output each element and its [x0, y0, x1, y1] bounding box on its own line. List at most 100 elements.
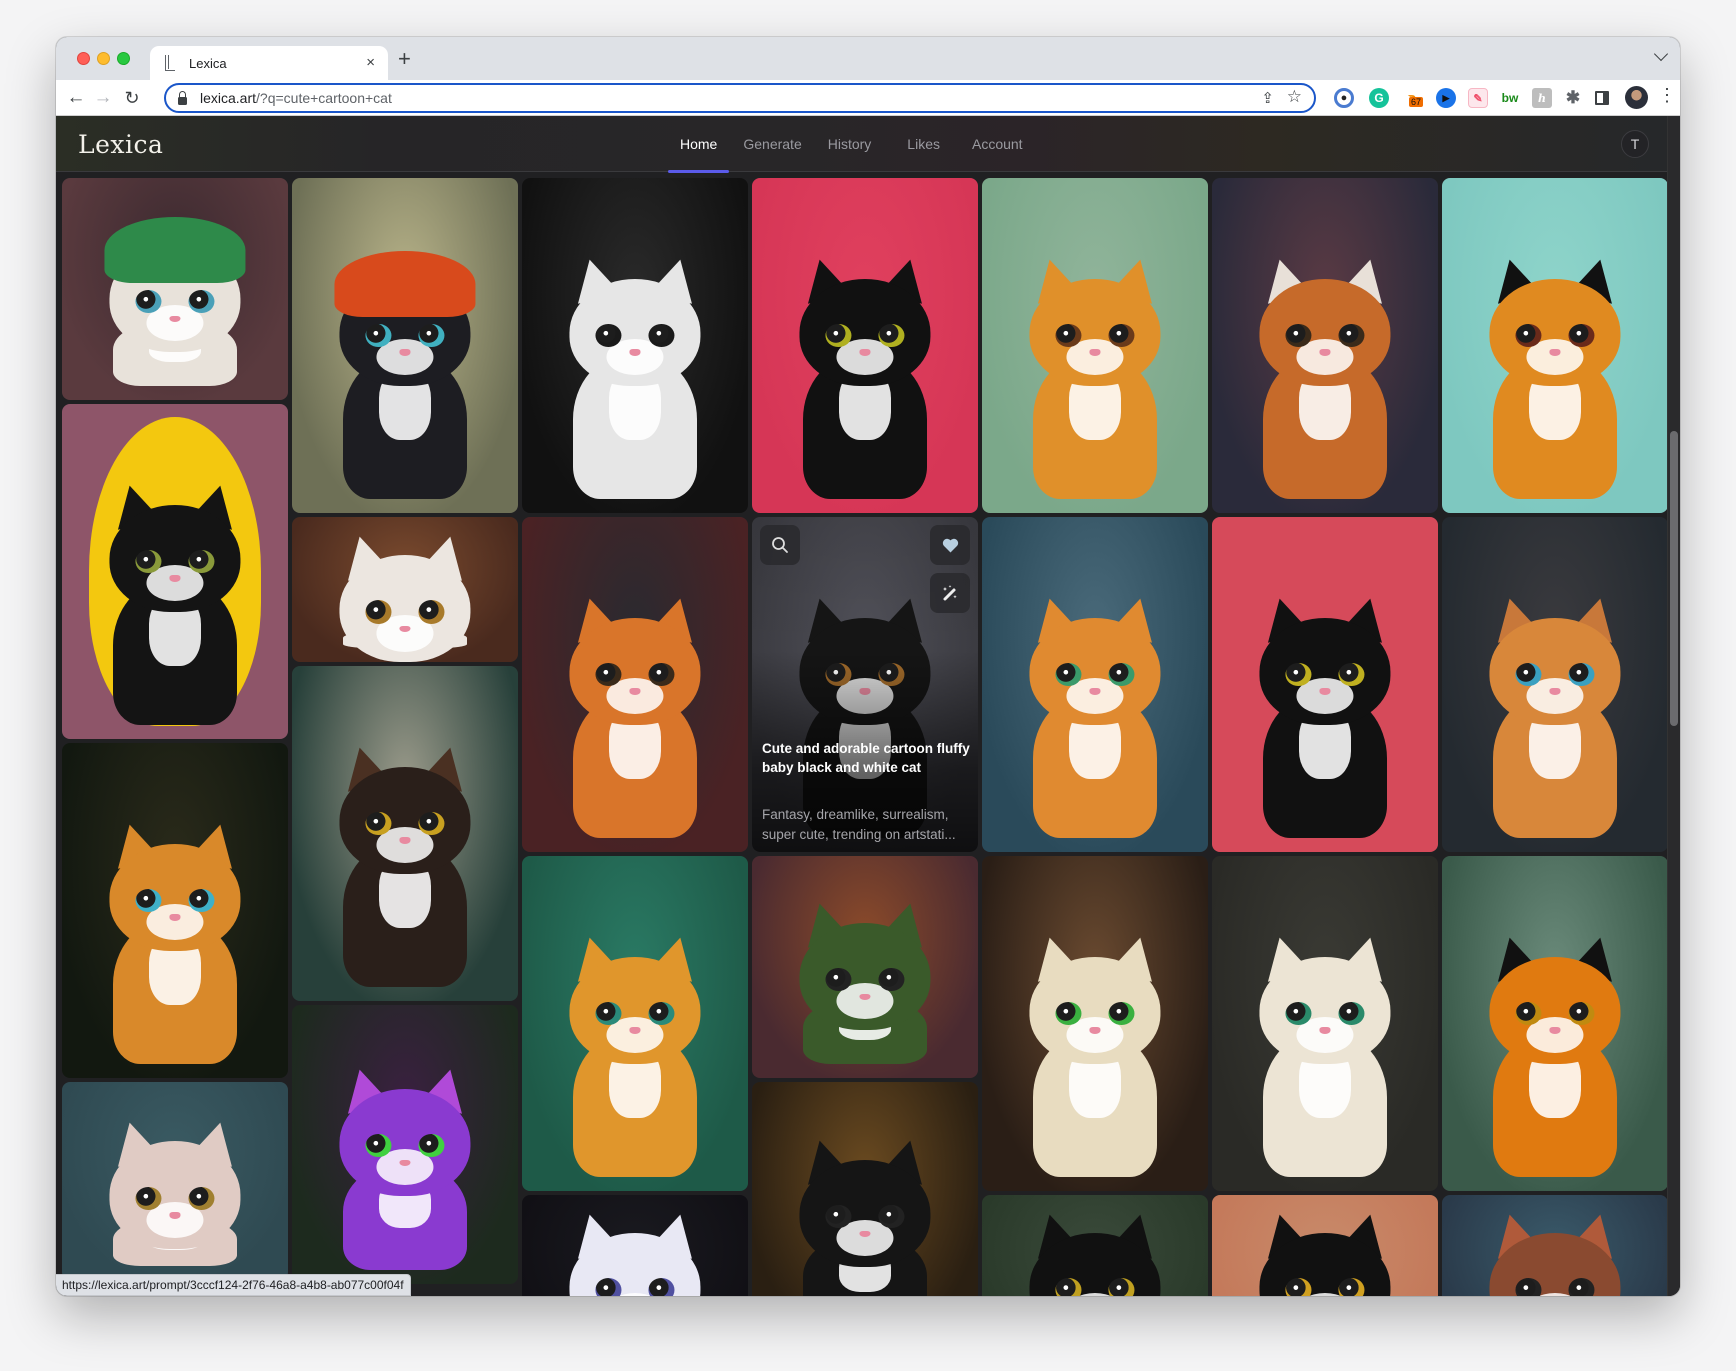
cat-face [1027, 593, 1163, 725]
cat-face [1487, 932, 1623, 1064]
reload-button[interactable]: ↻ [119, 85, 145, 111]
cat-eye [1285, 323, 1312, 348]
image-card[interactable] [1442, 517, 1668, 852]
password-lock-extension-icon[interactable]: ● [1334, 88, 1354, 108]
like-button[interactable] [930, 525, 970, 565]
browser-menu-icon[interactable]: ⋮ [1658, 86, 1676, 104]
cat-face [107, 480, 243, 612]
cat-face [797, 1135, 933, 1268]
image-card[interactable] [752, 856, 978, 1078]
image-card[interactable] [1212, 856, 1438, 1191]
browser-tab[interactable]: Lexica × [150, 46, 388, 80]
image-card[interactable] [522, 517, 748, 852]
image-card[interactable] [752, 1082, 978, 1296]
lock-icon[interactable] [178, 90, 187, 105]
cat-image [292, 666, 518, 1001]
image-card[interactable] [292, 666, 518, 1001]
nav-history[interactable]: History [816, 116, 884, 172]
forward-button[interactable]: → [90, 85, 116, 111]
cat-eye [418, 323, 445, 348]
cat-face [1027, 1208, 1163, 1296]
cat-eye [188, 289, 215, 314]
cat-eye [1055, 323, 1082, 348]
image-card[interactable] [982, 1195, 1208, 1296]
search-icon [772, 537, 788, 553]
image-card[interactable] [1212, 1195, 1438, 1296]
cat-eye [1515, 662, 1542, 687]
grammarly-extension-icon[interactable]: G [1369, 88, 1389, 108]
image-card[interactable] [522, 856, 748, 1191]
image-card[interactable]: Cute and adorable cartoon fluffy baby bl… [752, 517, 978, 852]
browser-window: Lexica × + ← → ↻ lexica.art/?q=cute+cart… [56, 37, 1680, 1296]
image-card[interactable] [1212, 517, 1438, 852]
image-card[interactable] [1442, 1195, 1668, 1296]
new-tab-button[interactable]: + [398, 46, 411, 72]
cat-image [982, 1195, 1208, 1296]
user-avatar[interactable]: T [1621, 130, 1649, 158]
nav-account[interactable]: Account [960, 116, 1035, 172]
lexica-logo[interactable]: Lexica [78, 130, 163, 159]
image-card[interactable] [522, 1195, 748, 1296]
profile-avatar[interactable] [1625, 86, 1648, 109]
cat-eye [1108, 1001, 1135, 1026]
cat-eye [418, 1133, 445, 1158]
card-prompt-title: Cute and adorable cartoon fluffy baby bl… [762, 741, 970, 775]
cat-face [1257, 254, 1393, 386]
cat-image [1212, 1195, 1438, 1296]
image-card[interactable] [292, 1005, 518, 1284]
page-scrollbar[interactable] [1667, 116, 1680, 1296]
image-card[interactable] [1442, 178, 1668, 513]
share-icon[interactable]: ⇪ [1261, 89, 1274, 107]
image-card[interactable] [62, 1082, 288, 1280]
image-card[interactable] [292, 178, 518, 513]
make-variations-button[interactable] [930, 573, 970, 613]
image-card[interactable] [522, 178, 748, 513]
cat-image [752, 178, 978, 513]
image-card[interactable] [62, 404, 288, 739]
image-card[interactable] [1442, 856, 1668, 1191]
image-card[interactable] [982, 856, 1208, 1191]
cat-image [1212, 178, 1438, 513]
image-card[interactable] [982, 517, 1208, 852]
h-extension-icon[interactable]: h [1532, 88, 1552, 108]
card-hover-overlay: Cute and adorable cartoon fluffy baby bl… [752, 517, 978, 852]
cat-eye [1515, 1001, 1542, 1026]
maximize-window-button[interactable] [117, 52, 130, 65]
extensions-puzzle-icon[interactable]: ✱ [1563, 88, 1583, 108]
cat-face [104, 216, 246, 353]
nav-likes[interactable]: Likes [895, 116, 952, 172]
image-card[interactable] [292, 517, 518, 662]
nav-generate[interactable]: Generate [731, 116, 813, 172]
cat-image [1442, 178, 1668, 513]
image-card[interactable] [62, 178, 288, 400]
bookmark-star-icon[interactable]: ☆ [1287, 87, 1302, 107]
image-card[interactable] [752, 178, 978, 513]
cat-face [107, 1117, 243, 1249]
bw-extension-icon[interactable]: bw [1500, 88, 1520, 108]
cat-image [522, 178, 748, 513]
view-prompt-button[interactable] [760, 525, 800, 565]
tab-search-chevron-icon[interactable] [1653, 46, 1669, 62]
image-card[interactable] [62, 743, 288, 1078]
cat-face [1487, 593, 1623, 725]
image-card[interactable] [982, 178, 1208, 513]
lexica-page: Cute and adorable cartoon fluffy baby bl… [56, 116, 1680, 1296]
cat-face [797, 254, 933, 386]
orange-extension-icon[interactable]: ꝛ67 [1402, 88, 1424, 108]
close-tab-icon[interactable]: × [366, 54, 375, 71]
url-text[interactable]: lexica.art/?q=cute+cartoon+cat [200, 90, 392, 106]
cat-eye [1285, 662, 1312, 687]
nav-home[interactable]: Home [668, 116, 730, 173]
close-window-button[interactable] [77, 52, 90, 65]
image-card[interactable] [1212, 178, 1438, 513]
cat-face [567, 932, 703, 1064]
cat-eye [1285, 1278, 1312, 1296]
side-panel-icon[interactable] [1595, 91, 1609, 105]
scrollbar-thumb[interactable] [1670, 431, 1678, 726]
edit-extension-icon[interactable]: ✎ [1468, 88, 1488, 108]
address-bar[interactable]: lexica.art/?q=cute+cartoon+cat ⇪ ☆ [164, 83, 1316, 113]
minimize-window-button[interactable] [97, 52, 110, 65]
play-extension-icon[interactable]: ▶ [1436, 88, 1456, 108]
back-button[interactable]: ← [63, 85, 89, 111]
cat-image [62, 404, 288, 739]
